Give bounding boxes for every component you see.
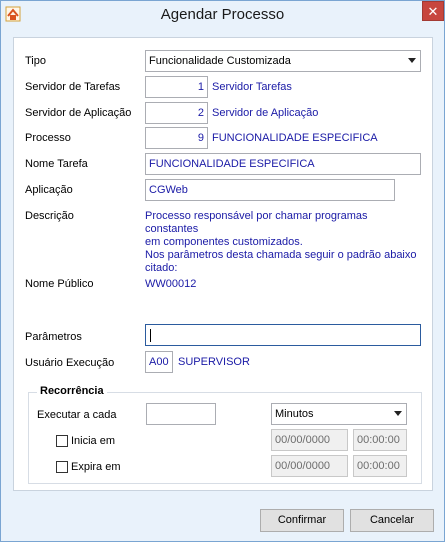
- dialog-window: Agendar Processo ✕ Tipo Funcionalidade C…: [0, 0, 445, 542]
- usuario-execucao-name: SUPERVISOR: [178, 356, 250, 368]
- inicia-time-input[interactable]: 00:00:00: [353, 429, 407, 451]
- title-bar: Agendar Processo ✕: [1, 1, 444, 29]
- close-button[interactable]: ✕: [422, 1, 444, 21]
- nome-publico-value: WW00012: [145, 278, 197, 290]
- usuario-execucao-label: Usuário Execução: [25, 357, 115, 369]
- nome-tarefa-input[interactable]: FUNCIONALIDADE ESPECIFICA: [145, 153, 421, 175]
- processo-label: Processo: [25, 132, 71, 144]
- form-panel: Tipo Funcionalidade Customizada Servidor…: [13, 37, 433, 491]
- usuario-execucao-input[interactable]: A00: [145, 351, 173, 373]
- executar-input[interactable]: [146, 403, 216, 425]
- descricao-label: Descrição: [25, 210, 74, 222]
- inicia-checkbox[interactable]: [56, 435, 68, 447]
- servidor-tarefas-name: Servidor Tarefas: [212, 81, 292, 93]
- expira-time-input[interactable]: 00:00:00: [353, 455, 407, 477]
- expira-checkbox[interactable]: [56, 461, 68, 473]
- chevron-down-icon: [408, 58, 416, 63]
- descricao-line: Nos parâmetros desta chamada seguir o pa…: [145, 249, 417, 261]
- descricao-line: citado:: [145, 262, 178, 274]
- unit-value: Minutos: [275, 408, 314, 420]
- descricao-text: Processo responsável por chamar programa…: [145, 210, 421, 275]
- nome-tarefa-label: Nome Tarefa: [25, 158, 88, 170]
- descricao-line: Processo responsável por chamar programa…: [145, 210, 368, 235]
- unit-select[interactable]: Minutos: [271, 403, 407, 425]
- servidor-aplicacao-name: Servidor de Aplicação: [212, 107, 319, 119]
- servidor-aplicacao-input[interactable]: 2: [145, 102, 208, 124]
- recorrencia-group: Recorrência Executar a cada Minutos Inic…: [28, 385, 422, 484]
- window-title: Agendar Processo: [160, 6, 285, 23]
- nome-publico-label: Nome Público: [25, 278, 94, 290]
- expira-date-input[interactable]: 00/00/0000: [271, 455, 348, 477]
- tipo-select[interactable]: Funcionalidade Customizada: [145, 50, 421, 72]
- confirm-button[interactable]: Confirmar: [260, 509, 344, 532]
- descricao-line: em componentes customizados.: [145, 236, 303, 248]
- aplicacao-input[interactable]: CGWeb: [145, 179, 395, 201]
- expira-label: Expira em: [71, 461, 121, 473]
- cancel-button[interactable]: Cancelar: [350, 509, 434, 532]
- inicia-date-input[interactable]: 00/00/0000: [271, 429, 348, 451]
- aplicacao-label: Aplicação: [25, 184, 73, 196]
- servidor-aplicacao-label: Servidor de Aplicação: [25, 107, 132, 119]
- servidor-tarefas-label: Servidor de Tarefas: [25, 81, 121, 93]
- parametros-label: Parâmetros: [25, 331, 82, 343]
- text-cursor: [150, 328, 151, 342]
- processo-input[interactable]: 9: [145, 127, 208, 149]
- servidor-tarefas-input[interactable]: 1: [145, 76, 208, 98]
- executar-label: Executar a cada: [37, 409, 117, 421]
- cancel-label: Cancelar: [369, 514, 415, 526]
- processo-name: FUNCIONALIDADE ESPECIFICA: [212, 132, 378, 144]
- chevron-down-icon: [394, 411, 402, 416]
- tipo-label: Tipo: [25, 55, 46, 67]
- recorrencia-title: Recorrência: [37, 385, 107, 397]
- parametros-input[interactable]: [145, 324, 421, 346]
- tipo-value: Funcionalidade Customizada: [149, 55, 291, 67]
- inicia-label: Inicia em: [71, 435, 116, 447]
- close-icon: ✕: [427, 4, 439, 19]
- confirm-label: Confirmar: [277, 514, 327, 526]
